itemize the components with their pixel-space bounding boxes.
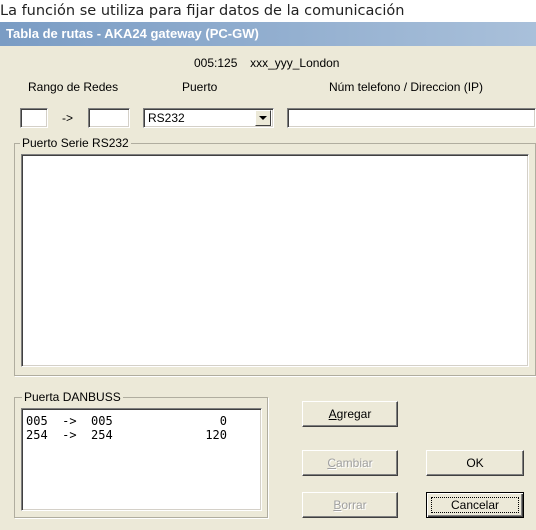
route-value: 120: [205, 428, 227, 442]
list-item[interactable]: 005 -> 005: [26, 415, 113, 427]
delete-button-mnemonic: B: [333, 498, 342, 512]
delete-button[interactable]: Borrar: [302, 492, 398, 518]
serial-port-group-label: Puerto Serie RS232: [20, 136, 131, 150]
node-address: 005:125: [194, 56, 238, 70]
route-arrow: ->: [62, 428, 77, 442]
serial-port-textarea[interactable]: [21, 154, 529, 367]
phone-column-label: Núm telefono / Direccion (IP): [329, 80, 484, 94]
change-button[interactable]: Cambiar: [302, 450, 398, 476]
route-to: 005: [91, 414, 113, 428]
node-name: xxx_yyy_London: [250, 56, 340, 70]
change-button-mnemonic: C: [327, 456, 336, 470]
port-column-label: Puerto: [182, 80, 218, 94]
chevron-down-icon[interactable]: [255, 110, 271, 126]
caption-text: La función se utiliza para fijar datos d…: [0, 3, 405, 19]
add-button-label: gregar: [336, 407, 372, 421]
route-from: 254: [26, 428, 48, 442]
ok-button[interactable]: OK: [426, 450, 524, 476]
port-selected-value: RS232: [148, 111, 185, 125]
window-title-bar[interactable]: Tabla de rutas - AKA24 gateway (PC-GW): [0, 22, 536, 46]
port-select[interactable]: RS232: [143, 108, 274, 128]
range-from-input[interactable]: [20, 108, 48, 128]
route-value: 0: [219, 414, 227, 428]
route-to: 254: [91, 428, 113, 442]
change-button-label: ambiar: [335, 456, 373, 470]
node-header: 005:125 xxx_yyy_London: [194, 56, 339, 70]
range-column-label: Rango de Redes: [28, 80, 119, 94]
phone-address-input[interactable]: [287, 108, 536, 128]
route-arrow: ->: [62, 414, 77, 428]
danbuss-group-label: Puerta DANBUSS: [22, 390, 123, 404]
range-arrow: ->: [62, 111, 74, 125]
add-button-mnemonic: A: [328, 407, 337, 421]
route-from: 005: [26, 414, 48, 428]
delete-button-label: orrar: [341, 498, 367, 512]
focus-ring: [431, 497, 519, 513]
add-button[interactable]: Agregar: [302, 401, 398, 427]
range-to-input[interactable]: [88, 108, 130, 128]
danbuss-route-list[interactable]: 005 -> 005 0 254 -> 254 120: [21, 408, 262, 511]
page-caption: La función se utiliza para fijar datos d…: [0, 0, 536, 22]
list-item[interactable]: 254 -> 254: [26, 429, 113, 441]
window-title: Tabla de rutas - AKA24 gateway (PC-GW): [6, 26, 259, 41]
ok-button-label: OK: [466, 456, 484, 470]
cancel-button[interactable]: Cancelar: [426, 492, 524, 518]
